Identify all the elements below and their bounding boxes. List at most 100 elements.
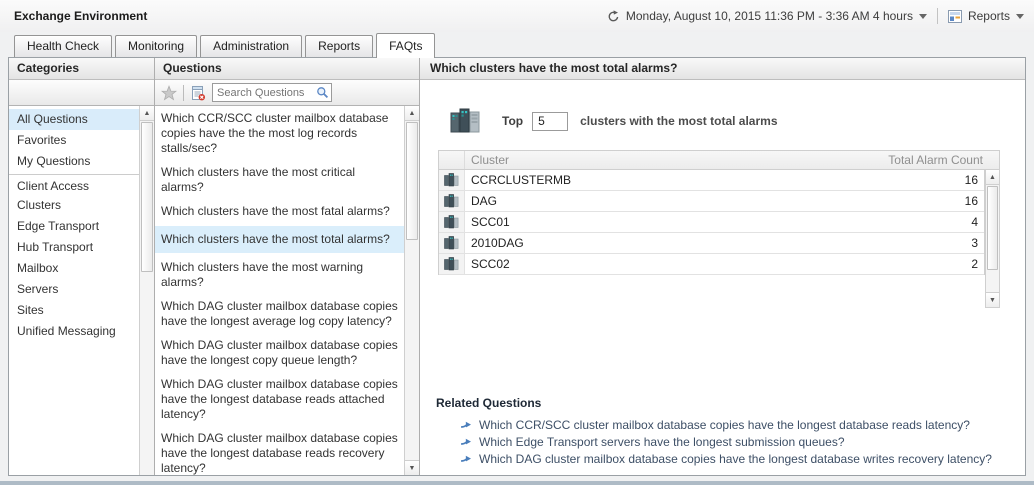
top-bar: Exchange Environment Monday, August 10, … bbox=[0, 0, 1034, 32]
time-range-area: Monday, August 10, 2015 11:36 PM - 3:36 … bbox=[607, 8, 1024, 24]
question-item[interactable]: Which DAG cluster mailbox database copie… bbox=[155, 429, 404, 475]
search-icon[interactable] bbox=[316, 86, 331, 99]
top-suffix-label: clusters with the most total alarms bbox=[580, 114, 777, 128]
table-row[interactable]: CCRCLUSTERMB 16 bbox=[439, 170, 984, 191]
categories-list: All Questions Favorites My Questions Cli… bbox=[9, 106, 139, 475]
category-label: Sites bbox=[17, 303, 44, 317]
answer-header: Which clusters have the most total alarm… bbox=[420, 58, 1025, 80]
time-range-caret-icon[interactable] bbox=[919, 14, 927, 19]
faqts-content: Categories All Questions Favorites My Qu… bbox=[8, 57, 1026, 476]
time-range-label[interactable]: Monday, August 10, 2015 11:36 PM - 3:36 … bbox=[626, 9, 913, 23]
cluster-name: SCC02 bbox=[465, 254, 758, 274]
top-n-control: Top clusters with the most total alarms bbox=[450, 106, 1009, 136]
category-label: Servers bbox=[17, 282, 58, 296]
tab-bar: Health Check Monitoring Administration R… bbox=[14, 33, 438, 57]
search-input[interactable] bbox=[213, 87, 316, 99]
favorite-star-icon[interactable] bbox=[160, 84, 178, 102]
category-label: My Questions bbox=[17, 154, 90, 168]
related-question-link[interactable]: Which CCR/SCC cluster mailbox database c… bbox=[436, 416, 1009, 433]
cluster-column-header[interactable]: Cluster bbox=[465, 151, 763, 169]
question-text: Which DAG cluster mailbox database copie… bbox=[161, 431, 398, 475]
category-label: Hub Transport bbox=[17, 240, 93, 254]
tab[interactable]: FAQts bbox=[376, 33, 435, 58]
question-text: Which DAG cluster mailbox database copie… bbox=[161, 338, 398, 367]
question-item[interactable]: Which DAG cluster mailbox database copie… bbox=[155, 297, 404, 331]
category-item[interactable]: Client Access bbox=[9, 174, 139, 195]
tab-label: Administration bbox=[213, 39, 289, 53]
scroll-down-icon[interactable]: ▼ bbox=[405, 460, 419, 475]
reports-button[interactable]: Reports bbox=[968, 9, 1010, 23]
question-item[interactable]: Which DAG cluster mailbox database copie… bbox=[155, 375, 404, 424]
page-title: Exchange Environment bbox=[14, 9, 147, 23]
cluster-name: 2010DAG bbox=[465, 233, 758, 253]
questions-toolbar bbox=[155, 80, 419, 106]
reports-caret-icon[interactable] bbox=[1016, 14, 1024, 19]
tab[interactable]: Reports bbox=[305, 35, 373, 57]
alarm-count: 16 bbox=[758, 191, 984, 211]
question-item[interactable]: Which clusters have the most total alarm… bbox=[155, 226, 404, 253]
questions-scrollbar[interactable]: ▲ ▼ bbox=[404, 106, 419, 475]
related-questions-title: Related Questions bbox=[436, 396, 1009, 410]
tab[interactable]: Health Check bbox=[14, 35, 112, 57]
scrollbar-thumb[interactable] bbox=[987, 186, 998, 270]
alarm-count: 16 bbox=[758, 170, 984, 190]
tab[interactable]: Administration bbox=[200, 35, 302, 57]
scrollbar-thumb[interactable] bbox=[406, 122, 418, 240]
category-label: Client Access bbox=[17, 179, 89, 193]
question-item[interactable]: Which clusters have the most critical al… bbox=[155, 163, 404, 197]
category-item[interactable]: My Questions bbox=[9, 151, 139, 172]
table-row[interactable]: 2010DAG 3 bbox=[439, 233, 984, 254]
remove-question-icon[interactable] bbox=[189, 84, 207, 102]
scroll-down-icon[interactable]: ▼ bbox=[986, 292, 999, 307]
related-question-text: Which DAG cluster mailbox database copie… bbox=[479, 452, 992, 466]
category-item[interactable]: Servers bbox=[9, 279, 139, 300]
tab-label: Reports bbox=[318, 39, 360, 53]
category-item[interactable]: Favorites bbox=[9, 130, 139, 151]
scroll-up-icon[interactable]: ▲ bbox=[405, 106, 419, 121]
question-item[interactable]: Which CCR/SCC cluster mailbox database c… bbox=[155, 109, 404, 158]
categories-scrollbar[interactable]: ▲ bbox=[139, 106, 154, 475]
question-text: Which clusters have the most critical al… bbox=[161, 165, 355, 194]
category-label: All Questions bbox=[17, 112, 88, 126]
question-text: Which CCR/SCC cluster mailbox database c… bbox=[161, 111, 388, 155]
cluster-icon bbox=[439, 191, 465, 211]
table-row[interactable]: SCC01 4 bbox=[439, 212, 984, 233]
category-item[interactable]: Unified Messaging bbox=[9, 321, 139, 342]
tab-label: FAQts bbox=[389, 39, 422, 53]
category-item[interactable]: Hub Transport bbox=[9, 237, 139, 258]
category-label: Unified Messaging bbox=[17, 324, 116, 338]
alarm-count-column-header[interactable]: Total Alarm Count bbox=[763, 151, 999, 169]
table-row[interactable]: DAG 16 bbox=[439, 191, 984, 212]
question-text: Which clusters have the most warning ala… bbox=[161, 260, 363, 289]
tab[interactable]: Monitoring bbox=[115, 35, 197, 57]
question-text: Which clusters have the most total alarm… bbox=[161, 232, 390, 246]
answer-panel: Which clusters have the most total alarm… bbox=[420, 58, 1025, 475]
icon-column-header bbox=[439, 151, 465, 169]
tab-label: Monitoring bbox=[128, 39, 184, 53]
category-label: Clusters bbox=[17, 198, 61, 212]
category-item[interactable]: Clusters bbox=[9, 195, 139, 216]
alarm-count: 2 bbox=[758, 254, 984, 274]
question-item[interactable]: Which clusters have the most warning ala… bbox=[155, 258, 404, 292]
question-item[interactable]: Which clusters have the most fatal alarm… bbox=[155, 202, 404, 221]
questions-header: Questions bbox=[155, 58, 419, 80]
related-question-text: Which Edge Transport servers have the lo… bbox=[479, 435, 845, 449]
top-count-input[interactable] bbox=[532, 112, 568, 131]
category-item[interactable]: Mailbox bbox=[9, 258, 139, 279]
scroll-up-icon[interactable]: ▲ bbox=[140, 106, 154, 121]
alarm-count: 4 bbox=[758, 212, 984, 232]
scrollbar-thumb[interactable] bbox=[141, 122, 153, 272]
related-question-link[interactable]: Which Edge Transport servers have the lo… bbox=[436, 433, 1009, 450]
category-item[interactable]: All Questions bbox=[9, 109, 139, 130]
category-item[interactable]: Edge Transport bbox=[9, 216, 139, 237]
table-scrollbar[interactable]: ▲ ▼ bbox=[985, 170, 1000, 308]
related-question-link[interactable]: Which DAG cluster mailbox database copie… bbox=[436, 450, 1009, 467]
category-label: Mailbox bbox=[17, 261, 58, 275]
category-item[interactable]: Sites bbox=[9, 300, 139, 321]
question-item[interactable]: Which DAG cluster mailbox database copie… bbox=[155, 336, 404, 370]
cluster-icon bbox=[439, 254, 465, 274]
scroll-up-icon[interactable]: ▲ bbox=[986, 170, 999, 185]
divider bbox=[937, 8, 938, 24]
cluster-icon bbox=[439, 212, 465, 232]
table-row[interactable]: SCC02 2 bbox=[439, 254, 984, 275]
